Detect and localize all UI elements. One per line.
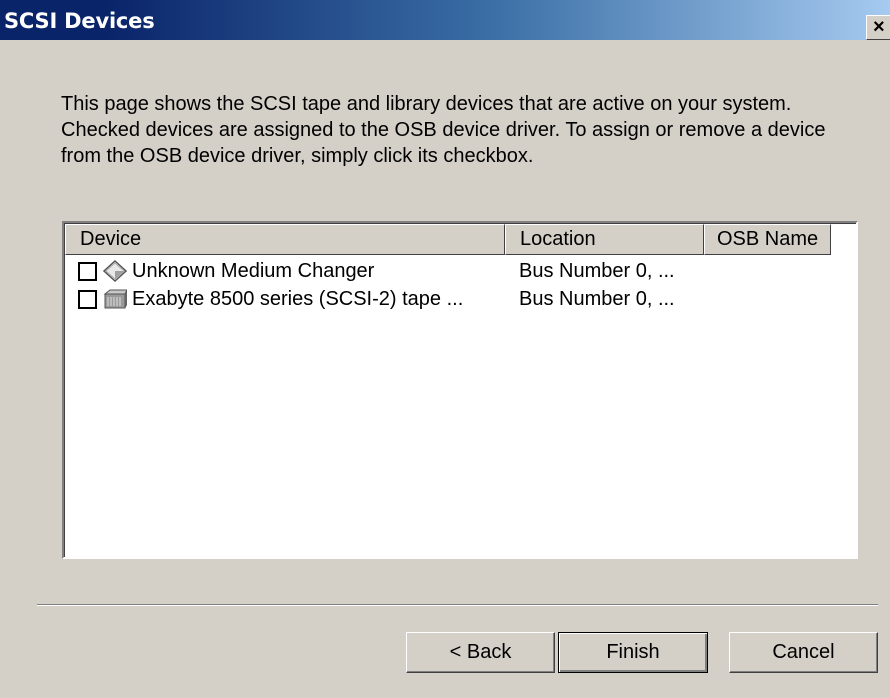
device-list[interactable]: Device Location OSB Name Unknown Medium … [62, 221, 858, 559]
finish-button[interactable]: Finish [558, 632, 708, 673]
scsi-devices-dialog: SCSI Devices × This page shows the SCSI … [0, 0, 890, 698]
device-name: Unknown Medium Changer [132, 260, 375, 282]
medium-changer-icon [103, 260, 127, 282]
device-location: Bus Number 0, ... [519, 260, 675, 282]
column-header-location[interactable]: Location [505, 224, 704, 255]
close-icon: × [873, 16, 885, 38]
column-header-device[interactable]: Device [65, 224, 505, 255]
device-checkbox[interactable] [78, 262, 97, 281]
device-checkbox[interactable] [78, 290, 97, 309]
title-bar: SCSI Devices [0, 0, 890, 40]
close-button[interactable]: × [866, 15, 890, 40]
back-button[interactable]: < Back [406, 632, 555, 673]
list-item[interactable]: Unknown Medium Changer Bus Number 0, ... [65, 257, 855, 285]
button-separator [37, 604, 878, 606]
window-title: SCSI Devices [4, 9, 155, 33]
description-text: This page shows the SCSI tape and librar… [61, 93, 826, 167]
device-location: Bus Number 0, ... [519, 288, 675, 310]
column-header-osb-name[interactable]: OSB Name [704, 224, 831, 255]
cancel-button[interactable]: Cancel [729, 632, 878, 673]
device-name: Exabyte 8500 series (SCSI-2) tape ... [132, 288, 464, 310]
list-item[interactable]: Exabyte 8500 series (SCSI-2) tape ... Bu… [65, 285, 855, 313]
list-header: Device Location OSB Name [65, 224, 855, 255]
tape-drive-icon [103, 289, 127, 309]
